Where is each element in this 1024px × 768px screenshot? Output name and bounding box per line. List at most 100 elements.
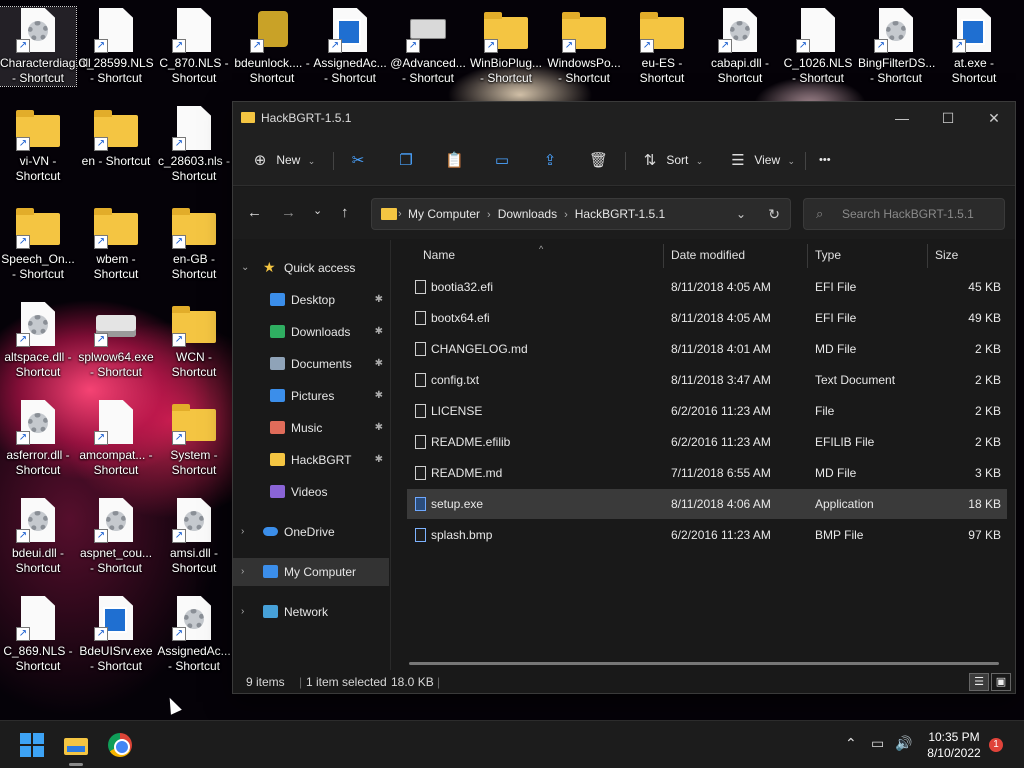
- title-bar[interactable]: HackBGRT-1.5.1 — ☐ ✕: [233, 102, 1015, 134]
- maximize-button[interactable]: ☐: [925, 102, 971, 134]
- pin-icon[interactable]: ✱: [375, 286, 383, 314]
- desktop-shortcut[interactable]: ↗ AssignedAc... - Shortcut: [312, 7, 388, 86]
- large-icons-view-button[interactable]: ▣: [991, 673, 1011, 691]
- new-button[interactable]: ⊕ New ⌄: [251, 146, 316, 174]
- desktop-shortcut[interactable]: ↗ asferror.dll - Shortcut: [0, 399, 76, 478]
- nav-network[interactable]: › Network: [233, 598, 389, 626]
- column-name[interactable]: Name: [423, 240, 455, 270]
- desktop-shortcut[interactable]: ↗ eu-ES - Shortcut: [624, 7, 700, 86]
- desktop-shortcut[interactable]: ↗ vi-VN - Shortcut: [0, 105, 76, 184]
- back-arrow-icon[interactable]: ←: [247, 204, 262, 221]
- column-size[interactable]: Size: [935, 240, 958, 270]
- nav-item-hackbgrt[interactable]: HackBGRT ✱: [233, 446, 389, 474]
- breadcrumb-my-computer[interactable]: My Computer: [408, 207, 480, 221]
- rename-button[interactable]: ▭: [493, 146, 511, 174]
- desktop-shortcut[interactable]: ↗ C_1026.NLS - Shortcut: [780, 7, 856, 86]
- desktop-shortcut[interactable]: ↗ WinBioPlug... - Shortcut: [468, 7, 544, 86]
- desktop-shortcut[interactable]: ↗ amcompat... - Shortcut: [78, 399, 154, 478]
- share-button[interactable]: ⇪: [541, 146, 559, 174]
- address-path[interactable]: › My Computer › Downloads › HackBGRT-1.5.1 ⌄…: [371, 198, 791, 230]
- breadcrumb-downloads[interactable]: Downloads: [498, 207, 557, 221]
- desktop-shortcut[interactable]: ↗ bdeunlock.... - Shortcut: [234, 7, 310, 86]
- notification-badge[interactable]: 1: [989, 738, 1003, 752]
- sort-button[interactable]: ⇅ Sort ⌄: [641, 146, 704, 174]
- nav-item-documents[interactable]: Documents ✱: [233, 350, 389, 378]
- file-explorer-taskbar-button[interactable]: [64, 733, 88, 757]
- pin-icon[interactable]: ✱: [375, 414, 383, 442]
- desktop-shortcut[interactable]: ↗ AssignedAc... - Shortcut: [156, 595, 232, 674]
- column-date-modified[interactable]: Date modified: [671, 240, 745, 270]
- close-button[interactable]: ✕: [971, 102, 1017, 134]
- network-icon[interactable]: ▭: [871, 735, 884, 752]
- search-input[interactable]: ⌕ Search HackBGRT-1.5.1: [803, 198, 1005, 230]
- file-row[interactable]: config.txt 8/11/2018 3:47 AM Text Document…: [407, 365, 1007, 395]
- nav-quick-access[interactable]: ⌄ ★ Quick access: [233, 254, 389, 282]
- desktop-shortcut[interactable]: ↗ c_28603.nls - Shortcut: [156, 105, 232, 184]
- file-row[interactable]: bootia32.efi 8/11/2018 4:05 AM EFI File 45 …: [407, 272, 1007, 302]
- desktop-shortcut[interactable]: ↗ WCN - Shortcut: [156, 301, 232, 380]
- desktop-shortcut[interactable]: ↗ altspace.dll - Shortcut: [0, 301, 76, 380]
- file-row[interactable]: setup.exe 8/11/2018 4:06 AM Application 18 …: [407, 489, 1007, 519]
- cut-button[interactable]: ✂: [349, 146, 367, 174]
- desktop-shortcut[interactable]: ↗ amsi.dll - Shortcut: [156, 497, 232, 576]
- desktop-shortcut[interactable]: ↗ C_28599.NLS - Shortcut: [78, 7, 154, 86]
- more-options-button[interactable]: •••: [819, 146, 831, 174]
- forward-arrow-icon[interactable]: →: [281, 204, 296, 221]
- nav-item-downloads[interactable]: Downloads ✱: [233, 318, 389, 346]
- pin-icon[interactable]: ✱: [375, 350, 383, 378]
- file-row[interactable]: LICENSE 6/2/2016 11:23 AM File 2 KB: [407, 396, 1007, 426]
- desktop-shortcut[interactable]: ↗ Characterdiag.dll - Shortcut: [0, 6, 91, 87]
- file-row[interactable]: README.efilib 6/2/2016 11:23 AM EFILIB Fil…: [407, 427, 1007, 457]
- desktop-shortcut[interactable]: ↗ Speech_On... - Shortcut: [0, 203, 76, 282]
- pin-icon[interactable]: ✱: [375, 446, 383, 474]
- desktop-shortcut[interactable]: ↗ System - Shortcut: [156, 399, 232, 478]
- speaker-icon[interactable]: 🔊: [895, 735, 912, 752]
- desktop-shortcut[interactable]: ↗ @Advanced... - Shortcut: [390, 7, 466, 86]
- desktop-shortcut[interactable]: ↗ BdeUISrv.exe - Shortcut: [78, 595, 154, 674]
- desktop-shortcut[interactable]: ↗ wbem - Shortcut: [78, 203, 154, 282]
- refresh-icon[interactable]: ↻: [768, 199, 780, 229]
- desktop-shortcut[interactable]: ↗ at.exe - Shortcut: [936, 7, 1012, 86]
- column-type[interactable]: Type: [815, 240, 841, 270]
- desktop-shortcut[interactable]: ↗ aspnet_cou... - Shortcut: [78, 497, 154, 576]
- delete-button[interactable]: 🗑: [589, 146, 608, 174]
- pin-icon[interactable]: ✱: [375, 382, 383, 410]
- desktop-shortcut[interactable]: ↗ en-GB - Shortcut: [156, 203, 232, 282]
- file-row[interactable]: CHANGELOG.md 8/11/2018 4:01 AM MD File 2 KB: [407, 334, 1007, 364]
- paste-button[interactable]: 📋: [445, 146, 464, 174]
- up-arrow-icon[interactable]: ↑: [341, 204, 349, 221]
- view-button[interactable]: ☰ View ⌄: [729, 146, 795, 174]
- desktop-shortcut[interactable]: ↗ C_869.NLS - Shortcut: [0, 595, 76, 674]
- desktop-shortcut[interactable]: ↗ bdeui.dll - Shortcut: [0, 497, 76, 576]
- start-button[interactable]: [20, 733, 44, 757]
- column-divider[interactable]: [807, 244, 808, 268]
- desktop-shortcut[interactable]: ↗ WindowsPo... - Shortcut: [546, 7, 622, 86]
- nav-item-videos[interactable]: Videos: [233, 478, 389, 506]
- desktop-shortcut[interactable]: ↗ BingFilterDS... - Shortcut: [858, 7, 935, 86]
- breadcrumb-hackbgrt[interactable]: HackBGRT-1.5.1: [575, 207, 665, 221]
- chevron-up-icon[interactable]: ⌃: [845, 735, 857, 752]
- desktop-shortcut[interactable]: ↗ cabapi.dll - Shortcut: [702, 7, 778, 86]
- minimize-button[interactable]: —: [879, 102, 925, 134]
- clock[interactable]: 10:35 PM 8/10/2022: [920, 729, 988, 761]
- details-view-button[interactable]: ☰: [969, 673, 989, 691]
- nav-item-pictures[interactable]: Pictures ✱: [233, 382, 389, 410]
- desktop-shortcut[interactable]: ↗ C_870.NLS - Shortcut: [156, 7, 232, 86]
- file-row[interactable]: bootx64.efi 8/11/2018 4:05 AM EFI File 49 K…: [407, 303, 1007, 333]
- column-divider[interactable]: [927, 244, 928, 268]
- nav-item-desktop[interactable]: Desktop ✱: [233, 286, 389, 314]
- nav-my-computer[interactable]: › My Computer: [233, 558, 389, 586]
- nav-onedrive[interactable]: › OneDrive: [233, 518, 389, 546]
- address-dropdown-icon[interactable]: ⌄: [736, 199, 746, 229]
- column-divider[interactable]: [663, 244, 664, 268]
- nav-item-music[interactable]: Music ✱: [233, 414, 389, 442]
- recent-locations-chevron-icon[interactable]: ⌄: [313, 204, 322, 217]
- file-row[interactable]: splash.bmp 6/2/2016 11:23 AM BMP File 97 KB: [407, 520, 1007, 550]
- chrome-taskbar-button[interactable]: [108, 733, 132, 757]
- desktop-shortcut[interactable]: ↗ en - Shortcut: [78, 105, 154, 169]
- horizontal-scrollbar[interactable]: [409, 662, 999, 665]
- copy-button[interactable]: ❐: [397, 146, 415, 174]
- file-row[interactable]: README.md 7/11/2018 6:55 AM MD File 3 KB: [407, 458, 1007, 488]
- desktop-shortcut[interactable]: ↗ splwow64.exe - Shortcut: [78, 301, 154, 380]
- pin-icon[interactable]: ✱: [375, 318, 383, 346]
